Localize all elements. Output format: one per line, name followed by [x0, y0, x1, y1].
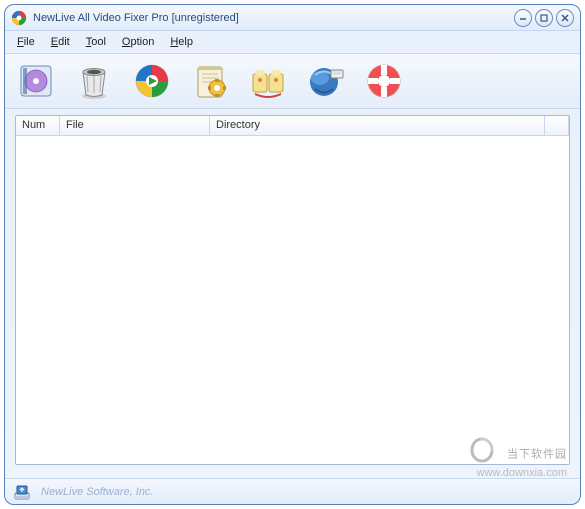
settings-button[interactable]	[187, 58, 233, 104]
close-button[interactable]	[556, 9, 574, 27]
statusbar: NewLive Software, Inc.	[5, 478, 580, 504]
window-controls	[514, 9, 574, 27]
list-header: Num File Directory	[16, 116, 569, 136]
column-num[interactable]: Num	[16, 116, 60, 135]
minimize-button[interactable]	[514, 9, 532, 27]
help-button[interactable]	[361, 58, 407, 104]
column-directory[interactable]: Directory	[210, 116, 545, 135]
titlebar: NewLive All Video Fixer Pro [unregistere…	[5, 5, 580, 31]
update-button[interactable]	[303, 58, 349, 104]
status-company: NewLive Software, Inc.	[41, 486, 154, 498]
menu-edit[interactable]: Edit	[45, 34, 76, 50]
menu-file[interactable]: File	[11, 34, 41, 50]
application-window: NewLive All Video Fixer Pro [unregistere…	[4, 4, 581, 505]
menubar: File Edit Tool Option Help	[5, 31, 580, 53]
toolbar	[5, 53, 580, 109]
clear-list-button[interactable]	[71, 58, 117, 104]
window-title: NewLive All Video Fixer Pro [unregistere…	[33, 12, 514, 24]
column-file[interactable]: File	[60, 116, 210, 135]
app-icon	[11, 10, 27, 26]
about-button[interactable]	[245, 58, 291, 104]
list-area: Num File Directory	[5, 109, 580, 471]
add-files-button[interactable]	[13, 58, 59, 104]
file-list[interactable]: Num File Directory	[15, 115, 570, 465]
status-icon	[13, 483, 31, 501]
menu-help[interactable]: Help	[164, 34, 199, 50]
maximize-button[interactable]	[535, 9, 553, 27]
list-body[interactable]	[16, 136, 569, 464]
column-spacer	[545, 116, 569, 135]
menu-option[interactable]: Option	[116, 34, 160, 50]
menu-tool[interactable]: Tool	[80, 34, 112, 50]
convert-button[interactable]	[129, 58, 175, 104]
